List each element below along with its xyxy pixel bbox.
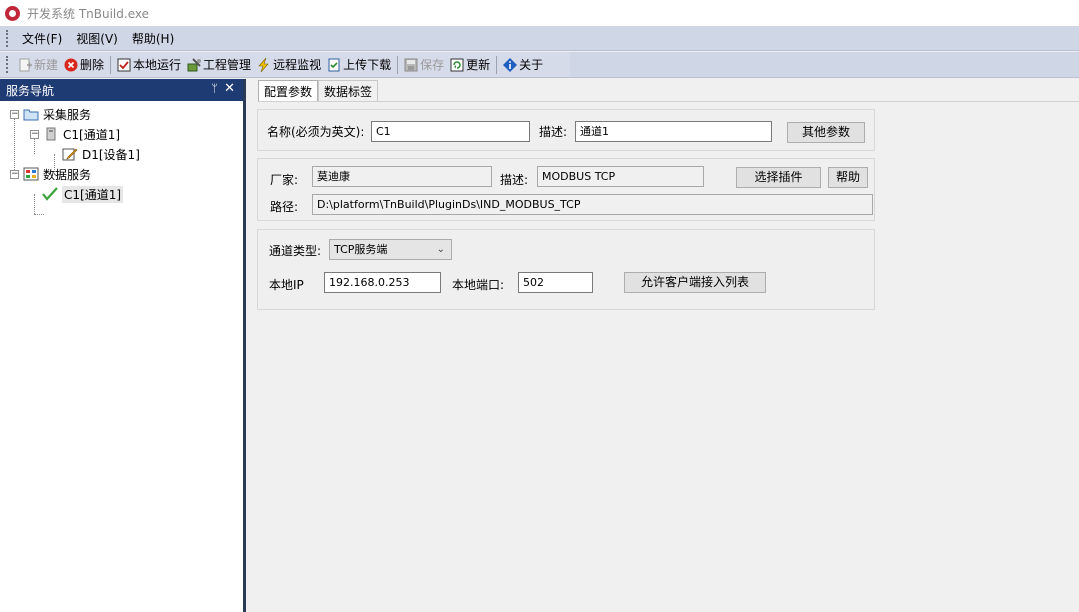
local-port-label: 本地端口:: [452, 278, 505, 292]
name-group: 名称(必须为英文): C1 描述: 通道1 其他参数: [257, 109, 875, 151]
remote-monitor-button[interactable]: 远程监视: [254, 54, 324, 76]
channel-type-value: TCP服务端: [334, 243, 388, 256]
delete-button[interactable]: 删除: [61, 54, 107, 76]
lightning-icon: [257, 57, 271, 72]
save-label: 保存: [420, 58, 445, 72]
toolbar-separator: [397, 55, 399, 74]
save-button[interactable]: 保存: [401, 54, 447, 76]
name-label: 名称(必须为英文):: [267, 125, 365, 139]
tree-item-c1-channel[interactable]: − C1[通道1]: [30, 124, 120, 144]
tree-item-collect-service[interactable]: − 采集服务: [10, 104, 91, 124]
grid-icon: [23, 167, 39, 181]
info-diamond-icon: [503, 57, 518, 72]
refresh-icon: [450, 58, 464, 72]
delete-label: 删除: [80, 58, 105, 72]
local-run-button[interactable]: 本地运行: [114, 54, 184, 76]
help-button[interactable]: 帮助: [828, 167, 868, 188]
collapse-toggle-icon[interactable]: −: [10, 109, 19, 119]
about-button[interactable]: 关于: [500, 54, 546, 76]
service-tree: − 采集服务 − C1[通道1] D1[设备1] − 数据服务 C1[通道1]: [0, 101, 243, 215]
tree-connector: [34, 194, 35, 214]
tree-item-c1-channel-data[interactable]: C1[通道1]: [42, 184, 124, 204]
toolbar-separator: [496, 55, 498, 74]
update-button[interactable]: 更新: [447, 54, 493, 76]
tree-label: D1[设备1]: [82, 147, 140, 162]
menu-grip-icon: [6, 29, 9, 47]
name-input[interactable]: C1: [371, 121, 530, 142]
collapse-toggle-icon[interactable]: −: [10, 169, 19, 179]
collapse-toggle-icon[interactable]: −: [30, 129, 39, 139]
allow-client-list-button[interactable]: 允许客户端接入列表: [624, 272, 766, 293]
choose-plugin-button[interactable]: 选择插件: [736, 167, 821, 188]
local-ip-input[interactable]: 192.168.0.253: [324, 272, 441, 293]
nav-header: 服务导航 ᛘ ✕: [0, 79, 243, 101]
description-input[interactable]: 通道1: [575, 121, 772, 142]
remote-monitor-label: 远程监视: [273, 58, 322, 72]
device-edit-icon: [62, 147, 78, 161]
checkbox-run-icon: [117, 58, 131, 72]
description-label: 描述:: [539, 125, 568, 139]
tree-label: C1[通道1]: [63, 127, 121, 142]
tree-item-d1-device[interactable]: D1[设备1]: [62, 144, 140, 164]
tab-strip: 配置参数 数据标签: [258, 80, 379, 102]
tree-item-data-service[interactable]: − 数据服务: [10, 164, 91, 184]
save-disk-icon: [404, 58, 418, 72]
local-run-label: 本地运行: [133, 58, 182, 72]
about-label: 关于: [519, 58, 544, 72]
menu-bar: 文件(F) 视图(V) 帮助(H): [0, 26, 1079, 51]
tree-connector: [34, 214, 44, 215]
tree-label: C1[通道1]: [62, 185, 124, 203]
new-button[interactable]: 新建: [15, 54, 61, 76]
other-params-button[interactable]: 其他参数: [787, 122, 865, 143]
server-icon: [43, 127, 59, 141]
title-bar: 开发系统 TnBuild.exe: [0, 0, 1079, 26]
project-manage-label: 工程管理: [203, 58, 252, 72]
toolbar: 新建 删除 本地运行 工程管理 远程监视 上传下载 保存 更新 关于: [0, 52, 570, 78]
menu-file[interactable]: 文件(F): [15, 30, 69, 47]
channel-group: 通道类型: TCP服务端 ⌄ 本地IP 192.168.0.253 本地端口: …: [257, 229, 875, 310]
update-label: 更新: [466, 58, 491, 72]
folder-icon: [23, 107, 39, 121]
tree-label: 数据服务: [43, 167, 92, 182]
local-port-input[interactable]: 502: [518, 272, 593, 293]
vendor-label: 厂家:: [270, 173, 299, 187]
upload-download-label: 上传下载: [343, 58, 392, 72]
pin-icon[interactable]: ᛘ: [211, 82, 218, 95]
window-title: 开发系统 TnBuild.exe: [27, 6, 149, 21]
new-icon: [18, 58, 32, 72]
toolbar-grip-icon: [6, 56, 9, 73]
plugin-description-field: MODBUS TCP: [537, 166, 704, 187]
checkmark-icon: [42, 187, 58, 201]
nav-title: 服务导航: [6, 83, 55, 98]
toolbar-separator: [110, 55, 112, 74]
document-check-icon: [327, 58, 341, 72]
vendor-field: 莫迪康: [312, 166, 492, 187]
plugin-description-label: 描述:: [500, 173, 529, 187]
toolbar-background: [570, 52, 1079, 78]
chevron-down-icon: ⌄: [436, 244, 445, 255]
tab-divider: [258, 101, 1079, 102]
close-icon[interactable]: ✕: [224, 81, 235, 96]
tree-label: 采集服务: [43, 107, 92, 122]
new-label: 新建: [34, 58, 59, 72]
delete-icon: [64, 58, 78, 72]
project-tools-icon: [187, 57, 202, 72]
tab-data-tags[interactable]: 数据标签: [318, 80, 379, 102]
channel-type-label: 通道类型:: [269, 244, 322, 258]
app-gear-icon: [5, 5, 20, 21]
path-field: D:\platform\TnBuild\PluginDs\IND_MODBUS_…: [312, 194, 873, 215]
menu-view[interactable]: 视图(V): [69, 30, 125, 47]
service-navigation-panel: 服务导航 ᛘ ✕ − 采集服务 − C1[通道1] D1[设备1] − 数据服务…: [0, 79, 246, 612]
tab-config-params[interactable]: 配置参数: [258, 80, 319, 102]
local-ip-label: 本地IP: [269, 278, 304, 292]
project-manage-button[interactable]: 工程管理: [184, 54, 254, 76]
channel-type-select[interactable]: TCP服务端 ⌄: [329, 239, 452, 260]
path-label: 路径:: [270, 200, 299, 214]
plugin-group: 厂家: 莫迪康 描述: MODBUS TCP 选择插件 帮助 路径: D:\pl…: [257, 158, 875, 221]
menu-help[interactable]: 帮助(H): [125, 30, 181, 47]
upload-download-button[interactable]: 上传下载: [324, 54, 394, 76]
